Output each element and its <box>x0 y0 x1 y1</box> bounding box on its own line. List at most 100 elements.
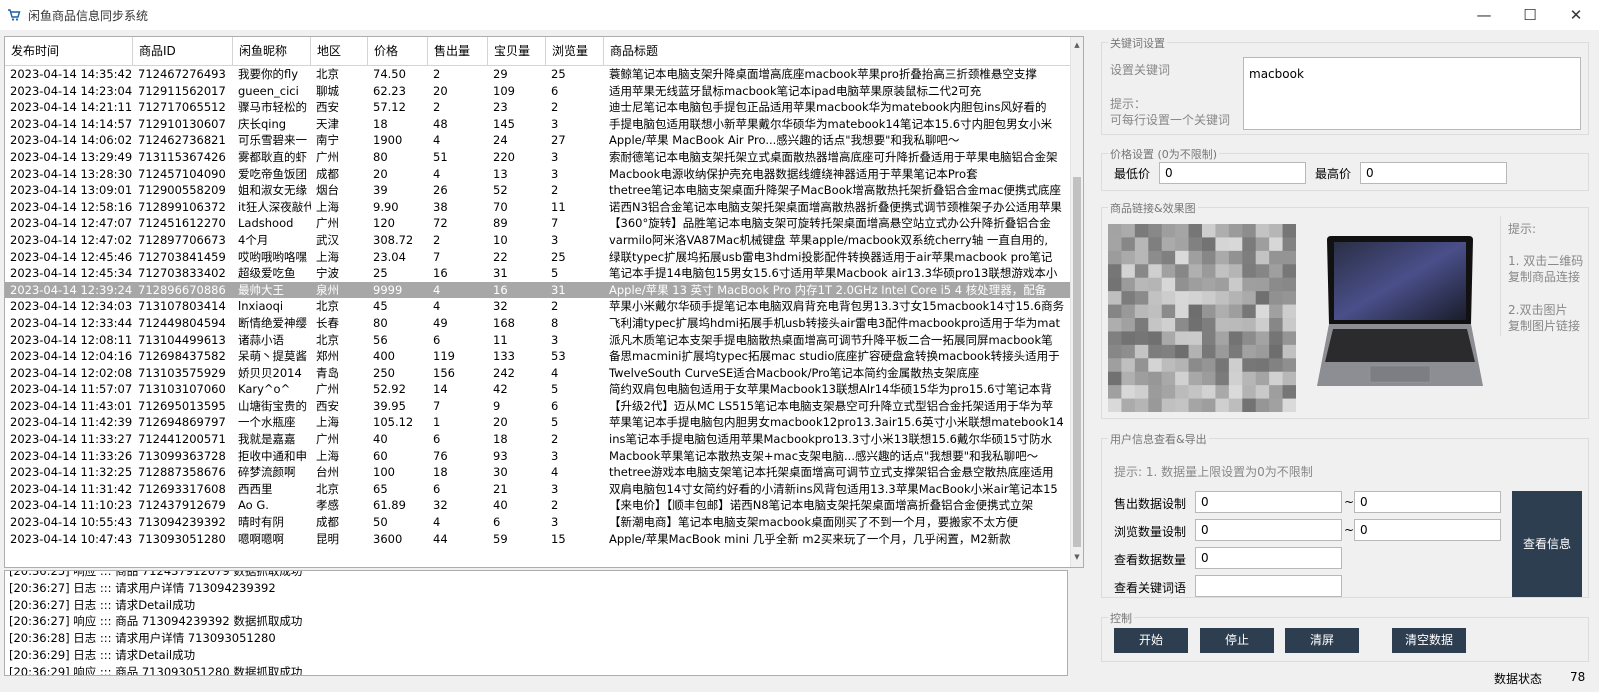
max-price-input[interactable]: 0 <box>1360 162 1507 184</box>
close-button[interactable]: ✕ <box>1553 0 1599 30</box>
table-cell: 11 <box>493 332 508 347</box>
table-row[interactable]: 2023-04-14 12:34:03 713107803414 lnxiaoqi 北… <box>5 298 1071 315</box>
keyword-hint-title: 提示： <box>1110 97 1147 111</box>
view-info-button[interactable]: 查看信息 <box>1512 491 1582 597</box>
column-header[interactable]: 商品ID <box>133 37 233 65</box>
log-panel[interactable]: [20:36:25] 响应 ::: 商品 712437912679 数据抓取成功… <box>4 570 1068 676</box>
table-cell: 20 <box>373 166 388 181</box>
table-cell: 10 <box>493 232 508 247</box>
table-cell: 长春 <box>316 315 339 330</box>
table-row[interactable]: 2023-04-14 12:33:44 712449804594 断情绝爱神缨 长春 8… <box>5 315 1071 332</box>
column-header[interactable]: 价格 <box>368 37 428 65</box>
table-row[interactable]: 2023-04-14 11:57:07 713103107060 Kary^o^ 广州… <box>5 381 1071 398</box>
table-row[interactable]: 2023-04-14 12:08:11 713104499613 诸蒜小语 北京 56 6… <box>5 332 1071 349</box>
table-cell: 5 <box>551 266 559 281</box>
table-cell: 32 <box>433 498 448 513</box>
table-row[interactable]: 2023-04-14 14:35:42 712467276493 我要你的fly 北京… <box>5 66 1071 83</box>
column-header[interactable]: 售出量 <box>428 37 488 65</box>
table-row[interactable]: 2023-04-14 14:21:11 712717065512 骤马市轻松的 西安 5… <box>5 99 1071 116</box>
table-cell: 712717065512 <box>138 100 226 115</box>
table-cell: 断情绝爱神缨 <box>238 315 307 330</box>
table-row[interactable]: 2023-04-14 12:02:08 713103575929 娇贝贝2014 青岛… <box>5 365 1071 382</box>
column-header[interactable]: 发布时间 <box>5 37 133 65</box>
table-row[interactable]: 2023-04-14 14:23:04 712911562017 gueen_cic… <box>5 83 1071 100</box>
table-cell: 广州 <box>316 382 339 397</box>
table-row[interactable]: 2023-04-14 12:45:46 712703841459 哎哟哦哟咯嘿 上海 2… <box>5 249 1071 266</box>
price-settings-group: 价格设置 (0为不限制) 最低价 0 最高价 0 <box>1101 146 1589 191</box>
min-price-input[interactable]: 0 <box>1159 162 1306 184</box>
table-row[interactable]: 2023-04-14 12:58:16 712899106372 it狂人深夜敲代上… <box>5 199 1071 216</box>
table-cell: gueen_cici <box>238 83 299 98</box>
table-cell: it狂人深夜敲代 <box>238 199 311 214</box>
table-row[interactable]: 2023-04-14 10:47:43 713093051280 嗯啊嗯啊 昆明 360… <box>5 531 1071 548</box>
view-keyword-input[interactable] <box>1195 575 1342 597</box>
laptop-product-image[interactable] <box>1315 232 1485 392</box>
user-info-group: 用户信息查看&导出 提示: 1. 数据量上限设置为0为不限制 售出数据设制 0 … <box>1101 431 1589 598</box>
scroll-up-icon[interactable]: ▲ <box>1071 39 1083 51</box>
table-cell: 9.90 <box>373 199 399 214</box>
table-cell: 迪士尼笔记本电脑包手提包正品适用苹果macbook华为matebook内胆包in… <box>609 100 1047 115</box>
table-row[interactable]: 2023-04-14 11:42:39 712694869797 一个水瓶座 上海 10… <box>5 414 1071 431</box>
table-cell: 2023-04-14 12:45:46 <box>10 249 133 264</box>
scrollbar-thumb[interactable] <box>1073 177 1081 547</box>
table-row[interactable]: 2023-04-14 13:29:49 713115367426 雾都耿直的虾 广州 8… <box>5 149 1071 166</box>
table-scrollbar[interactable]: ▲ ▼ <box>1070 37 1083 567</box>
table-cell: 2023-04-14 12:02:08 <box>10 365 133 380</box>
clear-screen-button[interactable]: 清屏 <box>1285 628 1359 653</box>
table-cell: 712457104090 <box>138 166 226 181</box>
table-row[interactable]: 2023-04-14 11:31:42 712693317608 西西里 北京 65 6 2… <box>5 481 1071 498</box>
table-row[interactable]: 2023-04-14 12:45:34 712703833402 超级爱吃鱼 宁波 25… <box>5 265 1071 282</box>
minimize-button[interactable]: — <box>1461 0 1507 30</box>
table-cell: 3 <box>551 166 559 181</box>
table-row[interactable]: 2023-04-14 11:43:01 712695013595 山塘街宝贵的 西安 3… <box>5 398 1071 415</box>
table-cell: Ao G. <box>238 498 269 513</box>
table-row[interactable]: 2023-04-14 11:33:26 713099363728 拒收中通和申 上海 6… <box>5 448 1071 465</box>
stop-button[interactable]: 停止 <box>1200 628 1274 653</box>
table-row[interactable]: 2023-04-14 13:28:30 712457104090 爱吃帝鱼饭团 成都 2… <box>5 166 1071 183</box>
table-cell: 2023-04-14 12:08:11 <box>10 332 133 347</box>
table-row[interactable]: 2023-04-14 12:04:16 712698437582 呆萌丶提莫酱 郑州 4… <box>5 348 1071 365</box>
scroll-down-icon[interactable]: ▼ <box>1071 551 1083 563</box>
views-min-input[interactable]: 0 <box>1195 519 1342 541</box>
product-table[interactable]: 发布时间 商品ID 闲鱼昵称 地区 价格 售出量 宝贝量 浏览量 商品标题 2023-04-14… <box>4 36 1084 568</box>
clear-data-button[interactable]: 清空数据 <box>1392 628 1466 653</box>
column-header[interactable]: 闲鱼昵称 <box>233 37 311 65</box>
table-row[interactable]: 2023-04-14 12:39:24 712896670886 最帅大王 泉州 999… <box>5 281 1071 299</box>
preview-hint2-line1: 2.双击图片 <box>1508 303 1568 317</box>
count-input[interactable]: 0 <box>1195 547 1342 569</box>
column-header[interactable]: 浏览量 <box>546 37 604 65</box>
sold-max-input[interactable]: 0 <box>1354 491 1501 513</box>
table-cell: 苹果小米戴尔华硕手提笔记本电脑双肩背充电背包男13.3寸女15macbook14… <box>609 299 1065 314</box>
table-cell: 3 <box>551 149 559 164</box>
qr-code-image[interactable] <box>1108 224 1296 412</box>
table-row[interactable]: 2023-04-14 10:55:43 713094239392 晴时有阴 成都 50 4… <box>5 514 1071 531</box>
column-header[interactable]: 地区 <box>311 37 368 65</box>
table-row[interactable]: 2023-04-14 12:47:07 712451612270 Ladshood 广… <box>5 215 1071 232</box>
maximize-button[interactable]: ☐ <box>1507 0 1553 30</box>
table-cell: 3 <box>551 515 559 530</box>
column-header[interactable]: 宝贝量 <box>488 37 546 65</box>
table-row[interactable]: 2023-04-14 12:47:02 712897706673 4个月 武汉 308.… <box>5 232 1071 249</box>
table-cell: 我要你的fly <box>238 67 299 81</box>
table-row[interactable]: 2023-04-14 11:33:27 712441200571 我就是嘉嘉 广州 40… <box>5 431 1071 448</box>
table-row[interactable]: 2023-04-14 14:14:57 712910130607 庆长qing 天津 1… <box>5 116 1071 133</box>
table-row[interactable]: 2023-04-14 11:10:23 712437912679 Ao G. 孝感 61… <box>5 497 1071 514</box>
log-line: [20:36:27] 日志 ::: 请求用户详情 713094239392 <box>9 580 276 595</box>
column-header[interactable]: 商品标题 <box>604 37 1072 65</box>
table-body[interactable]: 2023-04-14 14:35:42 712467276493 我要你的fly 北京… <box>5 66 1071 547</box>
table-cell: 712897706673 <box>138 232 226 247</box>
table-cell: 2023-04-14 11:42:39 <box>10 415 133 430</box>
table-cell: ins笔记本手提电脑包适用苹果Macbookpro13.3寸小米13联想15.6… <box>609 432 1053 447</box>
keyword-textarea[interactable]: macbook <box>1243 57 1581 130</box>
table-row[interactable]: 2023-04-14 11:32:25 712887358676 碎梦流颜啊 台州 10… <box>5 464 1071 481</box>
start-button[interactable]: 开始 <box>1114 628 1188 653</box>
table-cell: 16 <box>433 266 448 281</box>
table-row[interactable]: 2023-04-14 14:06:02 712462736821 可乐雪碧来一 南宁 1… <box>5 132 1071 149</box>
table-row[interactable]: 2023-04-14 13:09:01 712900558209 姐和淑女无缘 烟台 3… <box>5 182 1071 199</box>
sold-min-input[interactable]: 0 <box>1195 491 1342 513</box>
table-cell: 40 <box>493 498 508 513</box>
views-max-input[interactable]: 0 <box>1354 519 1501 541</box>
table-cell: 北京 <box>316 299 339 314</box>
preview-hint1-line2: 复制商品连接 <box>1508 270 1581 284</box>
table-cell: 6 <box>433 432 441 447</box>
